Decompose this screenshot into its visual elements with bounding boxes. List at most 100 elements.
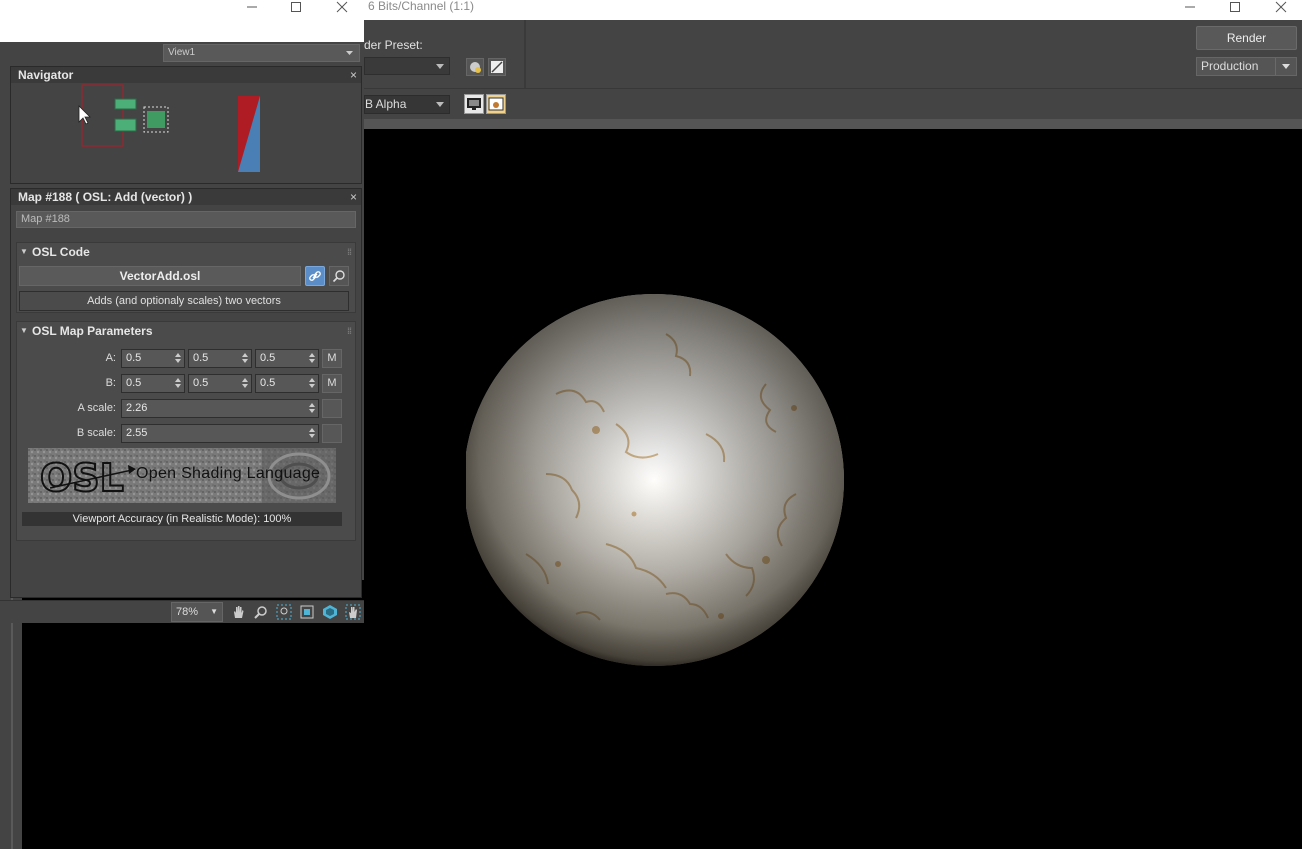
close-button[interactable] [322,0,362,14]
search-icon [332,270,345,283]
param-a-x-spinner[interactable]: 0.5 [121,349,185,368]
render-toolbar: der Preset: Render Production [364,20,1302,89]
osl-code-header[interactable]: ▼ OSL Code ⁞⁞ [17,243,355,261]
render-window-title: 6 Bits/Channel (1:1) [368,0,475,13]
production-select-value: Production [1201,59,1259,73]
minimize-icon [1185,6,1195,8]
osl-code-header-label: OSL Code [32,245,90,259]
maximize-icon [291,2,301,12]
param-b-z-value: 0.5 [260,377,276,389]
close-icon[interactable]: × [350,189,357,205]
param-b-scale-map-button[interactable] [322,424,342,443]
render-channel-bar: B Alpha [364,89,1302,119]
close-icon [1275,1,1287,13]
spinner-arrows-icon [242,353,248,363]
view-tab-label: View1 [168,47,196,58]
production-select[interactable]: Production [1196,57,1297,76]
osl-map-parameters-rollout: ▼ OSL Map Parameters ⁞⁞ A: 0.5 0.5 0.5 M… [16,321,356,541]
node-thumb [114,98,137,110]
display-toggle-icon[interactable] [464,94,484,114]
osl-params-header[interactable]: ▼ OSL Map Parameters ⁞⁞ [17,322,355,340]
channel-select-value: B Alpha [365,97,407,111]
preset-save-icon[interactable] [488,58,506,76]
pan-hand-icon[interactable] [228,603,248,621]
param-a-scale-spinner[interactable]: 2.26 [121,399,319,418]
minimize-button[interactable] [232,0,272,14]
param-b-x-value: 0.5 [126,377,142,389]
navigator-view[interactable] [11,84,361,183]
param-b-z-spinner[interactable]: 0.5 [255,374,319,393]
param-b-scale-spinner[interactable]: 2.55 [121,424,319,443]
view-tools [228,603,363,621]
zoom-icon[interactable] [251,603,271,621]
osl-mark: OSL [39,455,136,501]
minimize-button[interactable] [1170,0,1210,14]
param-a-map-button[interactable]: M [322,349,342,368]
param-a-scale-label: A scale: [77,402,116,414]
param-b-y-spinner[interactable]: 0.5 [188,374,252,393]
collapse-triangle-icon: ▼ [20,326,28,335]
spinner-arrows-icon [309,353,315,363]
spinner-arrows-icon [175,378,181,388]
map-name-field[interactable]: Map #188 [16,211,356,228]
navigator-title-label: Navigator [18,68,74,82]
param-a-x-value: 0.5 [126,352,142,364]
osl-params-header-label: OSL Map Parameters [32,324,153,338]
param-a-label: A: [105,352,116,364]
spinner-arrows-icon [309,428,315,438]
param-a-scale-map-button[interactable] [322,399,342,418]
param-b-y-value: 0.5 [193,377,209,389]
param-b-scale-value: 2.55 [126,427,148,439]
search-button[interactable] [329,266,349,286]
link-button[interactable] [305,266,325,286]
navigator-title: Navigator × [11,67,361,83]
channel-select[interactable]: B Alpha [364,95,450,114]
maximize-button[interactable] [276,0,316,14]
chevron-down-icon [436,64,444,69]
collapse-triangle-icon: ▼ [20,247,28,256]
zoom-value: 78% [176,606,199,618]
navigator-panel: Navigator × [10,66,362,184]
param-a-y-value: 0.5 [193,352,209,364]
osl-mark-text: OSL [40,456,124,500]
spinner-arrows-icon [309,403,315,413]
map-panel-title-label: Map #188 ( OSL: Add (vector) ) [18,190,193,204]
view-tab-select[interactable]: View1 [163,44,360,62]
maximize-button[interactable] [1215,0,1255,14]
render-preset-select[interactable] [364,57,450,75]
render-preset-label: der Preset: [364,38,423,52]
zoom-select[interactable]: 78% ▼ [171,602,223,622]
param-a-y-spinner[interactable]: 0.5 [188,349,252,368]
viewport-accuracy-label: Viewport Accuracy (in Realistic Mode): 1… [22,512,342,526]
render-button[interactable]: Render [1196,26,1297,50]
node-thumb [147,111,165,128]
zoom-region-icon[interactable] [274,603,294,621]
param-b-scale-label: B scale: [76,427,116,439]
chevron-down-icon [436,102,444,107]
osl-code-rollout: ▼ OSL Code ⁞⁞ VectorAdd.osl Adds (and op… [16,242,356,313]
chevron-down-icon [346,45,353,61]
spinner-arrows-icon [309,378,315,388]
node-thumb [114,118,137,132]
param-b-x-spinner[interactable]: 0.5 [121,374,185,393]
zoom-extents-selected-icon[interactable] [320,603,340,621]
close-icon[interactable]: × [350,67,357,83]
param-b-map-button[interactable]: M [322,374,342,393]
pan-to-selected-icon[interactable] [343,603,363,621]
zoom-extents-icon[interactable] [297,603,317,621]
param-a-scale-value: 2.26 [126,402,148,414]
osl-logo-text: Open Shading Language [136,465,321,482]
chevron-down-icon: ▼ [210,607,218,616]
toolbar-separator [524,20,526,88]
slate-editor-titlebar [0,0,364,42]
display-icons [464,94,506,114]
render-frame-icon[interactable] [486,94,506,114]
slate-status-bar: 78% ▼ [0,600,364,623]
osl-file-button[interactable]: VectorAdd.osl [19,266,301,286]
map-parameter-panel: Map #188 ( OSL: Add (vector) ) × Map #18… [10,188,362,598]
grip-icon: ⁞⁞ [347,326,352,336]
close-button[interactable] [1261,0,1301,14]
spinner-arrows-icon [175,353,181,363]
param-a-z-spinner[interactable]: 0.5 [255,349,319,368]
preset-load-icon[interactable] [466,58,484,76]
